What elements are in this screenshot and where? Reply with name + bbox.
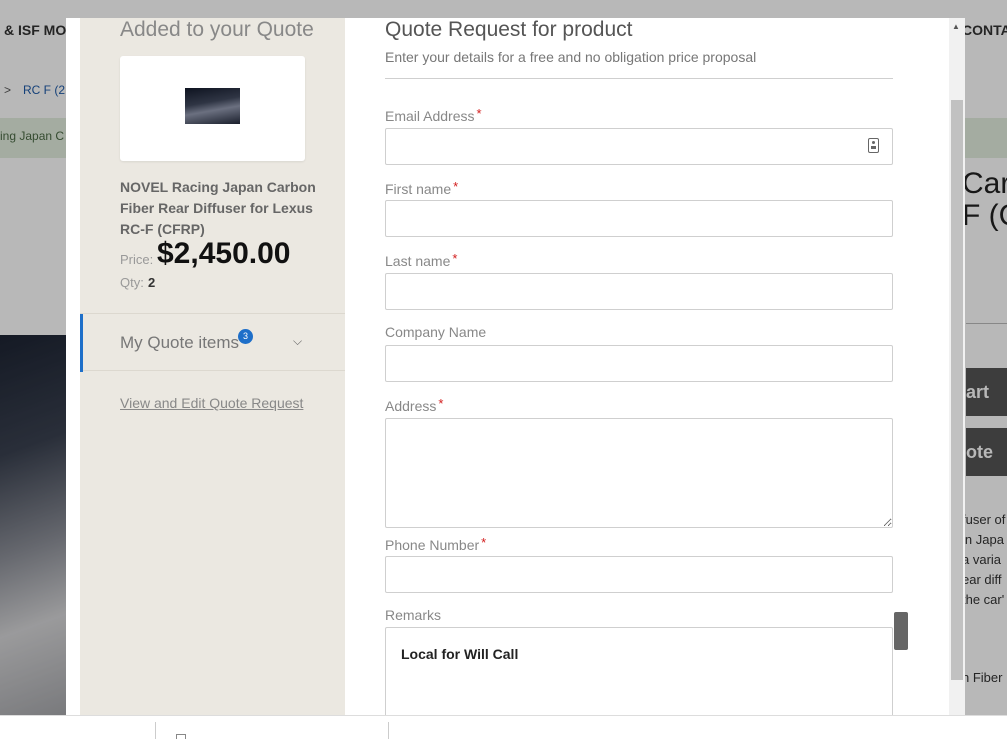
last-name-label-text: Last name bbox=[385, 253, 451, 269]
phone-label: Phone Number * bbox=[385, 535, 486, 553]
product-thumbnail bbox=[185, 88, 240, 124]
view-edit-quote-link[interactable]: View and Edit Quote Request bbox=[120, 395, 303, 411]
company-field[interactable] bbox=[385, 345, 893, 382]
first-name-field[interactable] bbox=[385, 200, 893, 237]
remarks-value[interactable]: Local for Will Call bbox=[401, 646, 518, 662]
chevron-down-icon[interactable]: ⌵ bbox=[293, 334, 302, 349]
required-marker: * bbox=[476, 106, 482, 121]
remarks-label: Remarks bbox=[385, 607, 442, 623]
last-name-label: Last name * bbox=[385, 251, 457, 269]
price-label: Price: bbox=[120, 252, 154, 267]
email-label-text: Email Address bbox=[385, 108, 475, 124]
first-name-label-text: First name bbox=[385, 181, 452, 197]
divider bbox=[385, 78, 893, 79]
company-label: Company Name bbox=[385, 324, 487, 340]
added-to-quote-title: Added to your Quote bbox=[120, 18, 314, 41]
phone-label-text: Phone Number bbox=[385, 537, 480, 553]
price-value: $2,450.00 bbox=[157, 237, 291, 270]
required-marker: * bbox=[453, 179, 459, 194]
address-label: Address * bbox=[385, 396, 443, 414]
email-field[interactable] bbox=[385, 128, 893, 165]
address-field[interactable] bbox=[385, 418, 893, 528]
my-quote-items-toggle[interactable]: My Quote items 3 ⌵ bbox=[80, 313, 345, 372]
qty-label: Qty: bbox=[120, 275, 144, 290]
quote-modal: Added to your Quote NOVEL Racing Japan C… bbox=[66, 18, 965, 715]
last-name-field[interactable] bbox=[385, 273, 893, 310]
address-label-text: Address bbox=[385, 398, 437, 414]
scroll-up-icon[interactable]: ▲ bbox=[952, 22, 960, 31]
form-subtitle: Enter your details for a free and no obl… bbox=[385, 49, 757, 65]
active-accent-bar bbox=[80, 314, 83, 372]
quote-items-count-badge: 3 bbox=[238, 329, 253, 344]
email-label: Email Address * bbox=[385, 106, 482, 124]
divider bbox=[155, 722, 156, 739]
scrollbar-thumb[interactable] bbox=[951, 100, 963, 680]
qty-value: 2 bbox=[148, 275, 156, 290]
remarks-field[interactable] bbox=[385, 627, 893, 715]
divider bbox=[388, 722, 389, 739]
document-icon bbox=[176, 734, 186, 739]
contact-card-icon[interactable] bbox=[868, 138, 879, 153]
quote-summary-panel: Added to your Quote NOVEL Racing Japan C… bbox=[80, 18, 345, 715]
phone-field[interactable] bbox=[385, 556, 893, 593]
my-quote-items-label: My Quote items bbox=[120, 333, 240, 352]
quote-request-form: Quote Request for product Enter your det… bbox=[345, 18, 965, 715]
required-marker: * bbox=[452, 251, 458, 266]
product-thumbnail-card bbox=[120, 56, 305, 161]
product-name: NOVEL Racing Japan Carbon Fiber Rear Dif… bbox=[120, 179, 316, 237]
form-title: Quote Request for product bbox=[385, 18, 633, 41]
required-marker: * bbox=[438, 396, 444, 411]
first-name-label: First name * bbox=[385, 179, 458, 197]
feedback-handle[interactable] bbox=[894, 612, 908, 650]
bottom-strip bbox=[0, 715, 1007, 739]
required-marker: * bbox=[481, 535, 487, 550]
